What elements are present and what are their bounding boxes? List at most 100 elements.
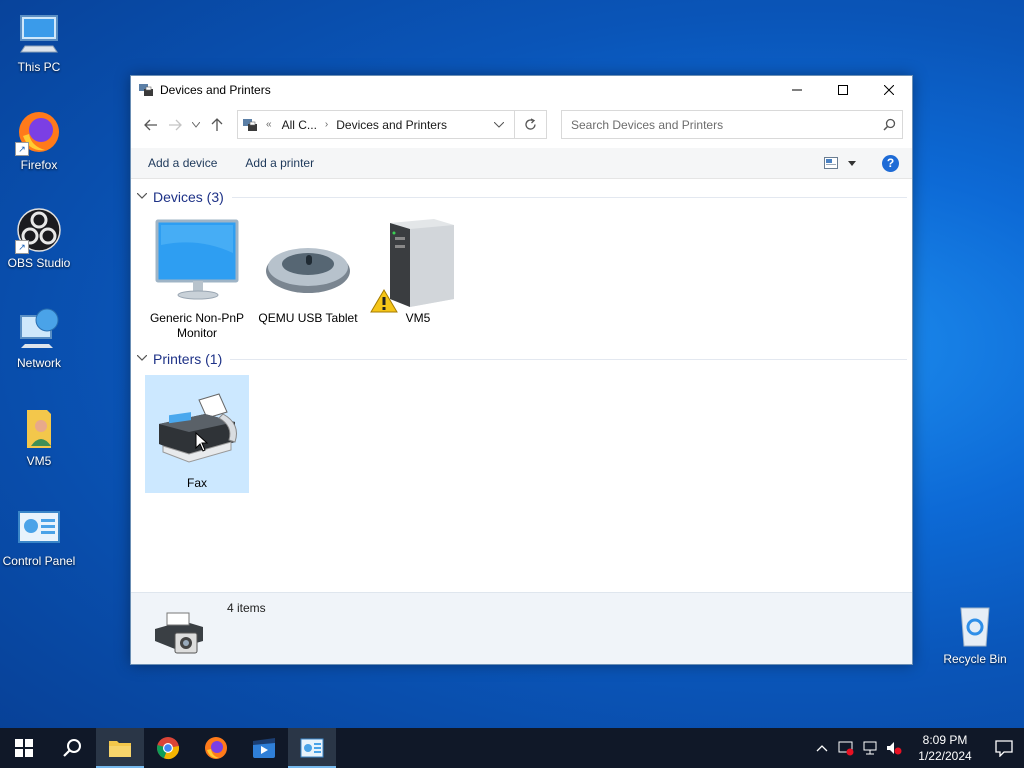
network-icon: [15, 306, 63, 354]
search-icon: [63, 739, 81, 757]
search-box[interactable]: [561, 110, 903, 139]
control-panel-icon: [15, 504, 63, 552]
search-button[interactable]: [48, 728, 96, 768]
devices-and-printers-window: Devices and Printers « All C... › Device…: [130, 75, 913, 665]
items-view: Devices (3) Generic Non-PnP Monitor QEMU…: [131, 179, 912, 594]
item-count: 4 items: [227, 601, 266, 615]
fax-icon: [149, 380, 245, 476]
address-bar[interactable]: « All C... › Devices and Printers: [237, 110, 515, 139]
desktop-icon-label: VM5: [26, 454, 52, 468]
window-title: Devices and Printers: [160, 83, 271, 97]
add-device-button[interactable]: Add a device: [138, 156, 227, 170]
search-input[interactable]: [569, 116, 876, 133]
title-bar[interactable]: Devices and Printers: [131, 76, 912, 104]
device-label: VM5: [405, 311, 431, 325]
back-arrow-icon[interactable]: [139, 113, 163, 137]
forward-arrow-icon[interactable]: [163, 113, 187, 137]
warning-icon: [370, 289, 398, 313]
maximize-button[interactable]: [820, 76, 866, 104]
clock[interactable]: 8:09 PM 1/22/2024: [910, 732, 980, 764]
devices-printers-icon: [138, 82, 154, 98]
devices-printers-icon: [242, 117, 258, 133]
breadcrumb-root[interactable]: All C...: [282, 118, 317, 132]
close-button[interactable]: [866, 76, 912, 104]
taskbar-firefox[interactable]: [192, 728, 240, 768]
monitor-icon: [149, 215, 245, 311]
device-item-mouse[interactable]: QEMU USB Tablet: [256, 215, 360, 325]
help-icon[interactable]: ?: [882, 154, 899, 172]
command-bar: Add a device Add a printer ?: [131, 148, 912, 179]
collapse-chevron-icon[interactable]: [136, 354, 148, 364]
desktop-icon-vm5[interactable]: VM5: [0, 404, 79, 468]
change-view-icon[interactable]: [824, 157, 838, 169]
control-panel-icon: [300, 738, 324, 758]
desktop-icon-label: OBS Studio: [7, 256, 71, 270]
taskbar-control-panel[interactable]: [288, 728, 336, 768]
taskbar-media-app[interactable]: [240, 728, 288, 768]
printer-label: Fax: [186, 476, 207, 490]
windows-logo-icon: [15, 739, 33, 757]
desktop-icon-label: Control Panel: [2, 554, 76, 568]
add-printer-button[interactable]: Add a printer: [235, 156, 324, 170]
this-pc-icon: [15, 10, 63, 58]
mouse-cursor-icon: [195, 432, 209, 452]
clock-date: 1/22/2024: [918, 749, 972, 763]
obs-studio-icon: ↗: [15, 206, 63, 254]
view-options-dropdown-icon[interactable]: [848, 160, 856, 166]
desktop-icon-firefox[interactable]: ↗ Firefox: [0, 108, 79, 172]
recycle-bin-icon: [951, 602, 999, 650]
device-item-monitor[interactable]: Generic Non-PnP Monitor: [145, 215, 249, 341]
refresh-icon: [525, 118, 536, 130]
refresh-button[interactable]: [515, 110, 547, 139]
mouse-icon: [260, 215, 356, 311]
desktop-icon-recycle-bin[interactable]: Recycle Bin: [935, 602, 1015, 666]
start-button[interactable]: [0, 728, 48, 768]
group-header-label: Printers (1): [153, 351, 223, 367]
group-divider: [231, 196, 907, 198]
desktop-icon-network[interactable]: Network: [0, 306, 79, 370]
chrome-icon: [157, 737, 179, 760]
file-explorer-icon: [109, 741, 131, 757]
desktop-icon-label: Network: [16, 356, 61, 370]
overflow-chevron-icon[interactable]: «: [266, 119, 272, 130]
taskbar-file-explorer[interactable]: [96, 728, 144, 768]
taskbar: 8:09 PM 1/22/2024: [0, 728, 1024, 768]
firefox-icon: ↗: [15, 108, 63, 156]
collapse-chevron-icon[interactable]: [136, 192, 148, 202]
clock-time: 8:09 PM: [922, 733, 968, 747]
address-dropdown-icon[interactable]: [484, 119, 514, 131]
group-header-label: Devices (3): [153, 189, 224, 205]
printer-item-fax[interactable]: Fax: [145, 375, 249, 493]
network-status-icon[interactable]: [858, 740, 882, 756]
breadcrumb-current[interactable]: Devices and Printers: [336, 118, 447, 132]
firefox-icon: [205, 737, 227, 759]
device-label: Generic Non-PnP Monitor: [149, 311, 245, 340]
group-header-printers[interactable]: Printers (1): [136, 349, 907, 369]
up-arrow-icon[interactable]: [205, 113, 229, 137]
devices-printers-large-icon: [149, 607, 209, 662]
video-editor-icon: [253, 738, 275, 758]
breadcrumb-separator-icon[interactable]: ›: [325, 119, 328, 130]
desktop-icon-label: Recycle Bin: [943, 652, 1007, 666]
action-center-warning-icon[interactable]: [834, 740, 858, 756]
computer-tower-icon: [370, 215, 466, 313]
volume-muted-icon[interactable]: [882, 740, 906, 756]
minimize-button[interactable]: [774, 76, 820, 104]
details-pane: 4 items: [131, 592, 912, 664]
desktop-icon-this-pc[interactable]: This PC: [0, 10, 79, 74]
desktop-icon-label: This PC: [17, 60, 61, 74]
notifications-icon[interactable]: [984, 739, 1024, 757]
user-folder-icon: [15, 404, 63, 452]
desktop-icon-obs-studio[interactable]: ↗ OBS Studio: [0, 206, 79, 270]
recent-locations-chevron-icon[interactable]: [187, 113, 205, 137]
search-icon[interactable]: [876, 118, 902, 131]
device-label: QEMU USB Tablet: [258, 311, 358, 325]
system-tray: 8:09 PM 1/22/2024: [810, 728, 1024, 768]
group-header-devices[interactable]: Devices (3): [136, 187, 907, 207]
taskbar-chrome[interactable]: [144, 728, 192, 768]
device-item-vm5[interactable]: VM5: [366, 215, 470, 325]
desktop-icon-control-panel[interactable]: Control Panel: [0, 504, 79, 568]
desktop-icon-label: Firefox: [20, 158, 58, 172]
group-divider: [230, 358, 907, 360]
show-hidden-icons-chevron-icon[interactable]: [810, 744, 834, 752]
